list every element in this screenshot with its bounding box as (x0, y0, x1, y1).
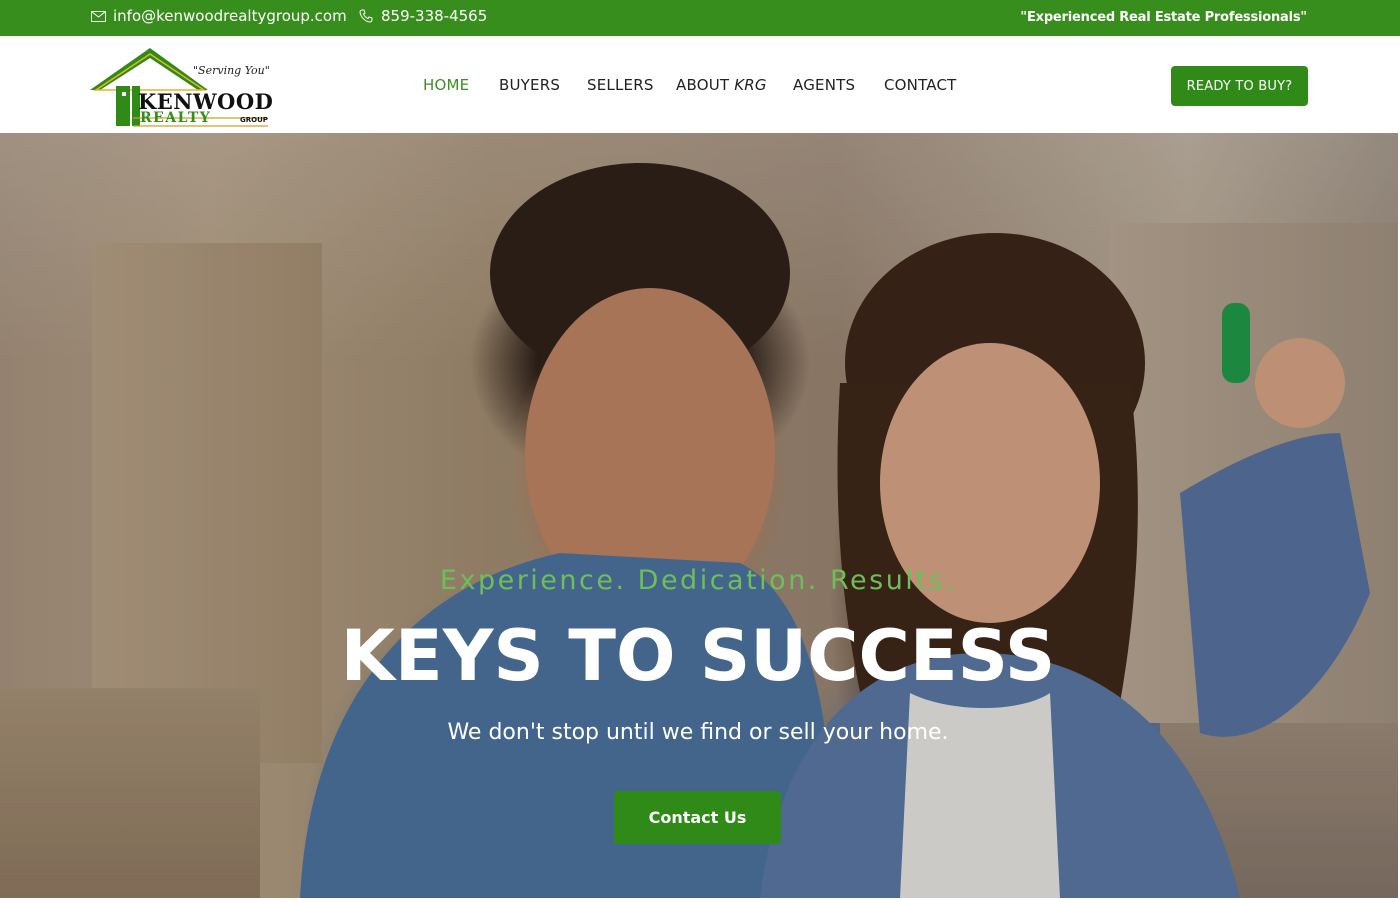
phone-text: 859-338-4565 (381, 7, 488, 25)
nav-about[interactable]: ABOUT KRG (676, 36, 767, 133)
hero-description: We don't stop until we find or sell your… (447, 720, 949, 745)
nav-buyers[interactable]: BUYERS (499, 36, 560, 133)
nav-agents[interactable]: AGENTS (793, 36, 855, 133)
nav-about-label: ABOUT (676, 75, 730, 94)
top-bar: info@kenwoodrealtygroup.com 859-338-4565… (0, 0, 1400, 36)
contact-us-button[interactable]: Contact Us (614, 791, 781, 844)
site-header: "Serving You" KENWOOD REALTY GROUP HOME … (0, 36, 1400, 133)
hero-title: KEYS TO SUCCESS (340, 615, 1056, 697)
hero-subtitle: Experience. Dedication. Results. (439, 565, 957, 596)
nav-contact[interactable]: CONTACT (884, 36, 957, 133)
envelope-icon (89, 7, 107, 25)
ready-to-buy-button[interactable]: READY TO BUY? (1171, 66, 1308, 106)
email-link[interactable]: info@kenwoodrealtygroup.com (89, 0, 347, 32)
phone-link[interactable]: 859-338-4565 (357, 0, 487, 32)
hero-banner: Experience. Dedication. Results. KEYS TO… (0, 133, 1398, 898)
nav-about-suffix: KRG (734, 75, 767, 94)
nav-sellers[interactable]: SELLERS (587, 36, 654, 133)
tagline: "Experienced Real Estate Professionals" (1020, 9, 1307, 25)
email-text: info@kenwoodrealtygroup.com (113, 7, 347, 25)
nav-home[interactable]: HOME (423, 36, 469, 133)
phone-icon (357, 7, 375, 25)
hero-overlay (0, 133, 1398, 898)
